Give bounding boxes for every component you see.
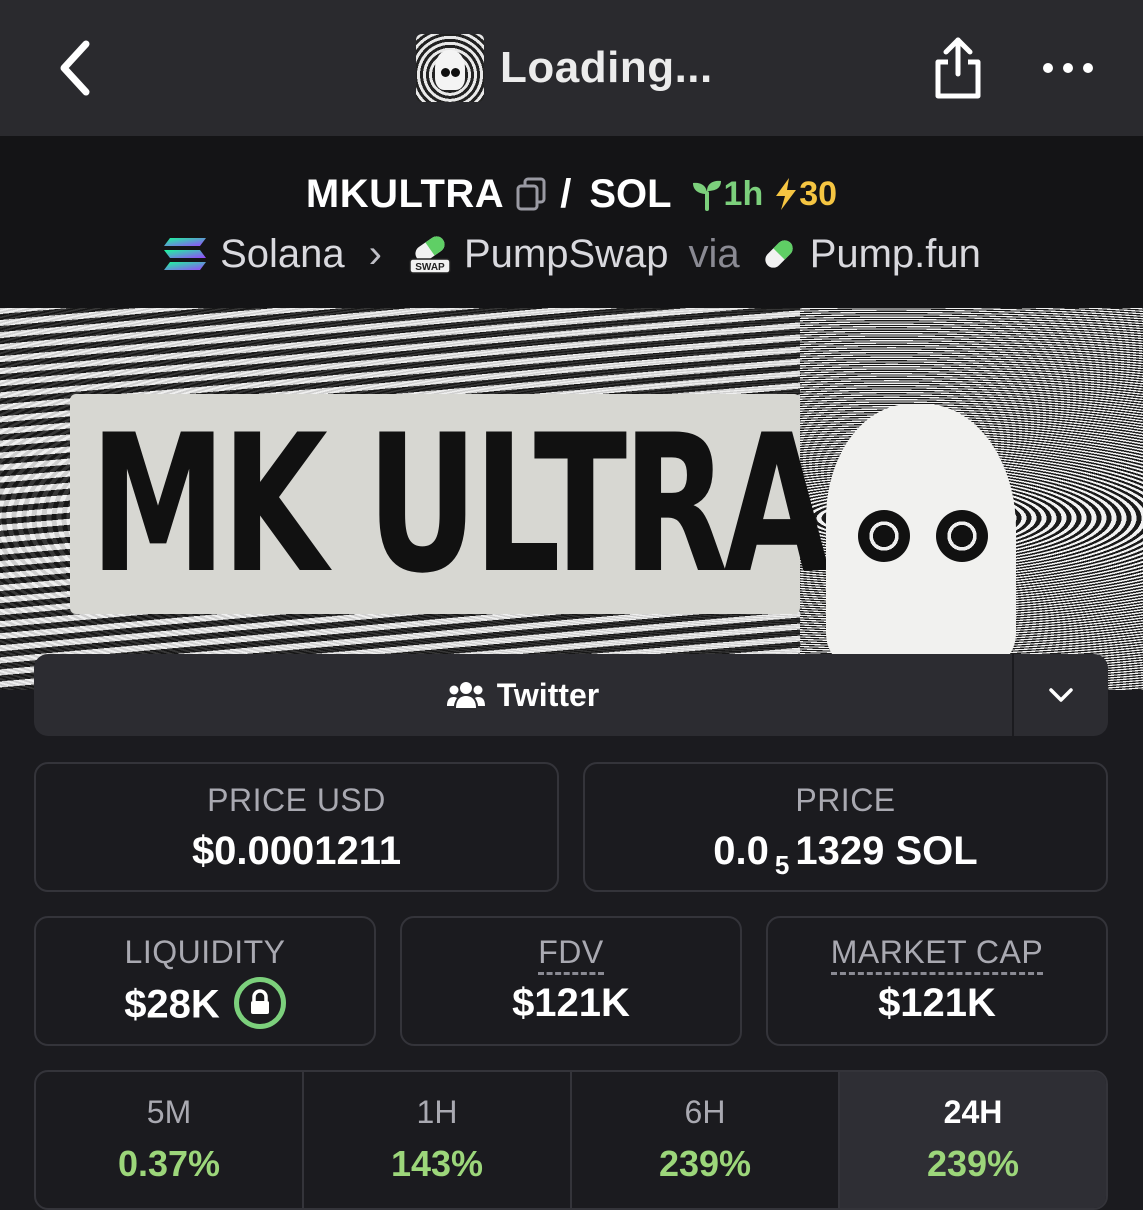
price-native-value: 0.0 5 1329 SOL: [585, 829, 1106, 880]
chevron-down-icon: [1049, 688, 1073, 702]
period-label: 5M: [146, 1094, 192, 1130]
market-cap-card: MARKET CAP $121K: [766, 916, 1108, 1046]
dex-badge-text: SWAP: [415, 262, 445, 273]
page-title: Loading...: [500, 43, 713, 92]
market-cap-label[interactable]: MARKET CAP: [830, 934, 1044, 975]
price-native-label: PRICE: [795, 782, 896, 818]
users-icon: [446, 682, 485, 708]
price-usd-card: PRICE USD $0.0001211: [34, 762, 559, 892]
price-native-card: PRICE 0.0 5 1329 SOL: [583, 762, 1108, 892]
back-arrow-icon[interactable]: [50, 36, 102, 100]
fdv-value: $121K: [512, 981, 630, 1025]
pair-title-row: MKULTRA / SOL 1h 30: [0, 166, 1143, 222]
launchpad-name[interactable]: Pump.fun: [810, 232, 981, 277]
liquidity-value-row: $28K: [36, 977, 374, 1033]
route-row: Solana › SWAP PumpSwap via Pump.fun: [0, 228, 1143, 280]
more-options-icon[interactable]: [1040, 54, 1096, 82]
tab-6h[interactable]: 6H 239%: [572, 1072, 840, 1208]
tab-5m[interactable]: 5M 0.37%: [36, 1072, 304, 1208]
tab-title: Loading...: [416, 34, 713, 102]
period-change: 143%: [390, 1143, 484, 1184]
chain-name[interactable]: Solana: [220, 232, 345, 277]
market-cap-value: $121K: [878, 981, 996, 1025]
solana-icon: [164, 238, 207, 270]
liquidity-value: $28K: [124, 982, 220, 1027]
sprout-icon: [692, 180, 721, 211]
fdv-card: FDV $121K: [400, 916, 742, 1046]
period-label: 1H: [416, 1094, 458, 1130]
banner-text: MK ULTRA: [90, 394, 830, 615]
pair-separator: /: [560, 171, 572, 216]
via-label: via: [688, 231, 740, 276]
fdv-label[interactable]: FDV: [538, 934, 604, 975]
price-usd-value: $0.0001211: [191, 829, 402, 873]
banner-face-figure: [826, 404, 1016, 664]
period-change: 239%: [926, 1143, 1020, 1184]
price-native-suffix: 1329 SOL: [795, 829, 978, 873]
base-token-symbol: MKULTRA: [305, 171, 505, 216]
period-change: 0.37%: [117, 1143, 221, 1184]
dex-name[interactable]: PumpSwap: [464, 232, 669, 277]
price-usd-label: PRICE USD: [207, 782, 386, 818]
liquidity-card: LIQUIDITY $28K: [34, 916, 376, 1046]
quote-token-symbol: SOL: [589, 171, 672, 216]
price-native-zero-count: 5: [774, 850, 790, 880]
links-bar: Twitter: [34, 654, 1108, 736]
twitter-label: Twitter: [496, 676, 600, 713]
top-bar: Loading...: [0, 0, 1143, 136]
liquidity-lock-icon[interactable]: [233, 977, 286, 1029]
token-favicon: [416, 34, 484, 102]
pair-age: 1h: [723, 174, 764, 213]
liquidity-label: LIQUIDITY: [124, 934, 286, 970]
period-label: 6H: [684, 1094, 726, 1130]
tab-1h[interactable]: 1H 143%: [304, 1072, 572, 1208]
pill-icon: [765, 240, 793, 268]
price-change-tabs: 5M 0.37% 1H 143% 6H 239% 24H 239%: [34, 1070, 1108, 1210]
share-icon[interactable]: [930, 34, 986, 102]
period-change: 239%: [658, 1143, 752, 1184]
period-label: 24H: [943, 1094, 1003, 1130]
pair-header: MKULTRA / SOL 1h 30 Solana › SWAP PumpSw…: [0, 136, 1143, 308]
boost-count: 30: [799, 174, 838, 213]
copy-icon[interactable]: [516, 177, 546, 211]
twitter-link-button[interactable]: Twitter: [34, 654, 1012, 736]
boost-badge[interactable]: 30: [773, 175, 837, 214]
lightning-icon: [776, 178, 797, 210]
links-expand-button[interactable]: [1014, 654, 1108, 736]
tab-24h[interactable]: 24H 239%: [840, 1072, 1106, 1208]
chevron-right-icon: ›: [368, 231, 382, 276]
pumpswap-icon: SWAP: [409, 236, 451, 274]
price-native-prefix: 0.0: [713, 829, 769, 873]
pair-age-badge: 1h: [690, 174, 764, 214]
